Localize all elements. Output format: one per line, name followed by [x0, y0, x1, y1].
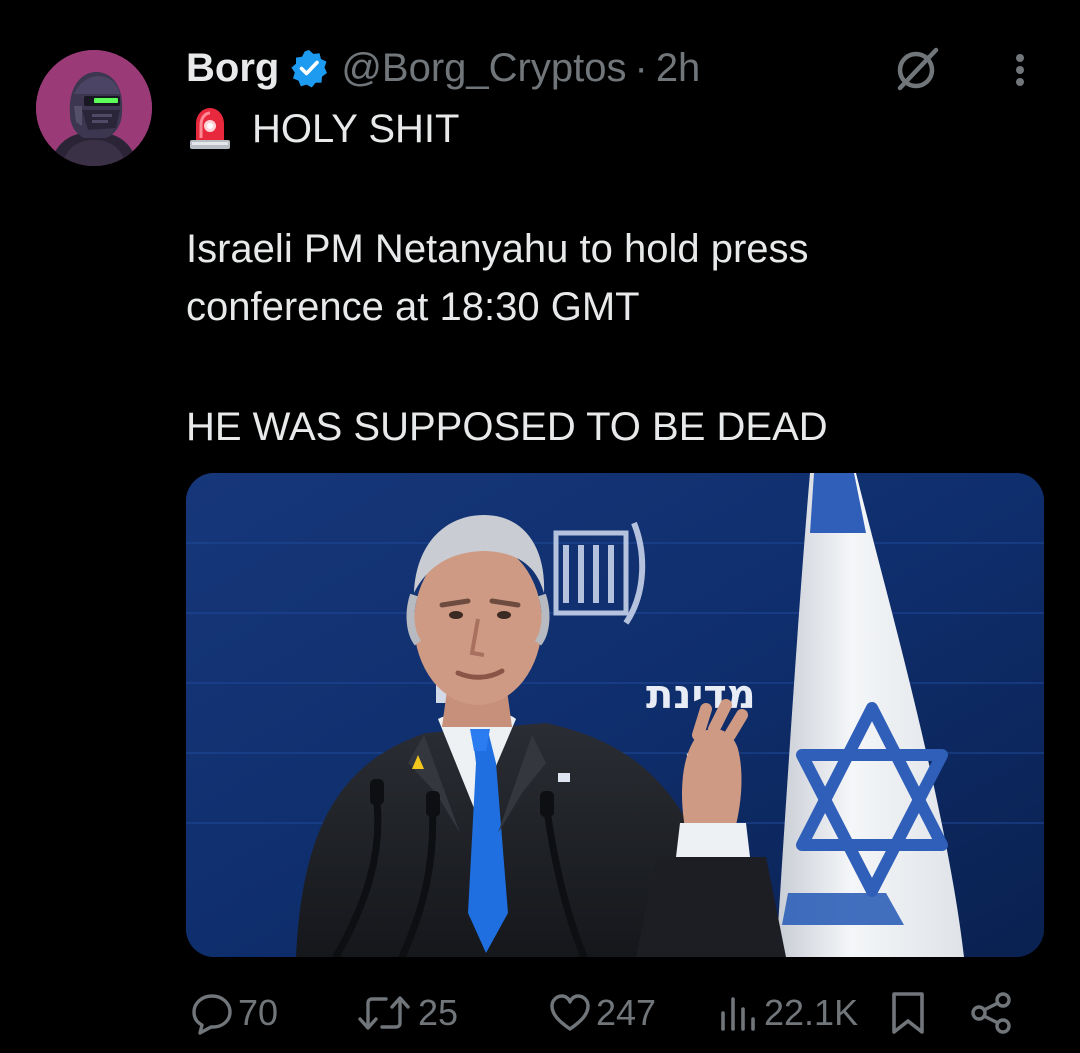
action-bar: 70 25 247 22.1K: [186, 990, 1036, 1036]
repost-count: 25: [418, 992, 459, 1033]
tweet-text: HOLY SHIT Israeli PM Netanyahu to hold p…: [186, 100, 1046, 456]
tweet-line-4: HE WAS SUPPOSED TO BE DEAD: [186, 405, 828, 449]
heart-icon: [550, 994, 590, 1031]
repost-button[interactable]: 25: [354, 990, 458, 1036]
avatar[interactable]: [36, 50, 152, 166]
views-button[interactable]: 22.1K: [716, 990, 858, 1036]
bookmark-button[interactable]: [886, 990, 930, 1036]
separator-dot: ·: [634, 45, 648, 90]
tweet-media-photo[interactable]: מדינת ש: [186, 473, 1044, 957]
tweet-line-3: conference at 18:30 GMT: [186, 285, 640, 329]
reply-icon: [192, 994, 232, 1035]
views-icon: [721, 997, 755, 1031]
repost-icon: [358, 996, 410, 1030]
siren-icon: [186, 104, 234, 150]
user-handle[interactable]: @Borg_Cryptos: [341, 46, 626, 91]
reply-count: 70: [238, 992, 279, 1033]
divider: [0, 0, 1080, 10]
avatar-image: [36, 50, 152, 166]
more-icon[interactable]: [1004, 50, 1036, 90]
views-count: 22.1K: [764, 992, 859, 1033]
display-name[interactable]: Borg: [186, 46, 279, 91]
reply-button[interactable]: 70: [190, 990, 278, 1036]
like-button[interactable]: 247: [548, 990, 656, 1036]
timestamp[interactable]: 2h: [656, 46, 701, 91]
like-count: 247: [596, 992, 657, 1033]
tweet-line-2: Israeli PM Netanyahu to hold press: [186, 227, 809, 271]
bookmark-icon: [892, 992, 924, 1034]
grok-icon[interactable]: [892, 44, 942, 94]
share-button[interactable]: [968, 990, 1014, 1036]
verified-badge-icon: [289, 48, 329, 88]
tweet-line-1: HOLY SHIT: [252, 107, 460, 151]
tweet-header: Borg @Borg_Cryptos · 2h: [186, 40, 700, 96]
photo-image: מדינת ש: [186, 473, 1044, 957]
tweet[interactable]: Borg @Borg_Cryptos · 2h HOLY SHIT Israel…: [0, 0, 1080, 1053]
share-icon: [971, 992, 1011, 1034]
